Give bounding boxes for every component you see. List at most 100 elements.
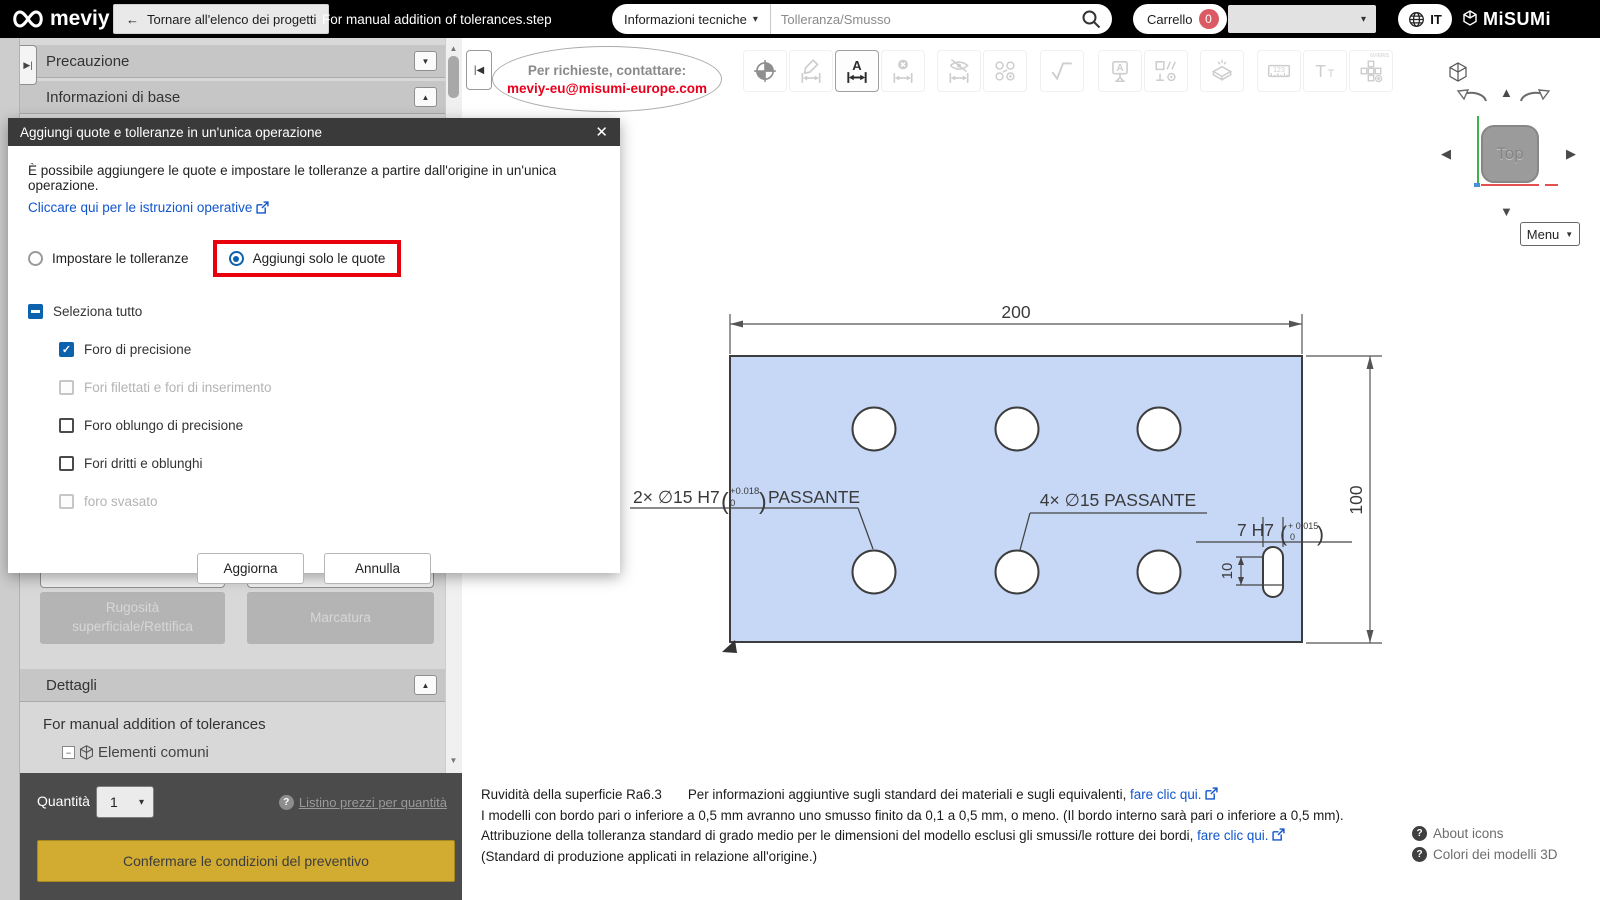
collapse-button[interactable]: ▲ (414, 87, 437, 107)
paren: ) (1317, 523, 1324, 546)
rugosita-label: Rugosità superficiale/Rettifica (72, 600, 193, 634)
datum-symbol-icon: A (1112, 60, 1128, 83)
chevron-up-icon: ▲ (421, 92, 430, 102)
section-label: Precauzione (46, 52, 130, 70)
radio-aggiungi-solo-quote[interactable]: Aggiungi solo le quote (228, 251, 385, 266)
back-to-projects-button[interactable]: ← Tornare all'elenco dei progetti (113, 4, 330, 34)
radio-impostare-tolleranze[interactable]: Impostare le tolleranze (28, 251, 189, 266)
view-cube-top-face[interactable]: Top (1481, 125, 1539, 183)
toolbar-button-datum-target[interactable] (743, 50, 787, 92)
axis-x-red-dash (1545, 184, 1558, 186)
geometric-tolerance-icon (1155, 61, 1176, 82)
language-code: IT (1430, 11, 1442, 27)
language-button[interactable]: IT (1398, 4, 1452, 34)
scroll-down-icon[interactable]: ▼ (445, 752, 462, 768)
toolbar-button-hole-group[interactable] (983, 50, 1027, 92)
contact-email[interactable]: meviy-eu@misumi-europe.com (507, 81, 707, 96)
rotate-up-icon[interactable]: ▲ (1500, 86, 1513, 99)
scroll-up-icon[interactable]: ▲ (445, 40, 462, 56)
marcatura-button[interactable]: Marcatura (247, 592, 434, 644)
hole-group-icon (995, 61, 1015, 81)
toolbar-button-tolerance-check[interactable] (1040, 50, 1084, 92)
logo-text: meviy (50, 7, 110, 30)
cancel-button[interactable]: Annulla (324, 553, 431, 584)
toolbar-button-text-size[interactable]: T T (1303, 50, 1347, 92)
cart-count-badge: 0 (1198, 9, 1219, 29)
view-cube-icon[interactable] (1448, 62, 1468, 82)
about-icons-link[interactable]: ? About icons (1412, 826, 1558, 841)
checkbox-label: Fori dritti e oblunghi (84, 456, 203, 471)
chevron-down-icon: ▾ (1360, 13, 1366, 25)
contact-bubble: Per richieste, contattare: meviy-eu@misu… (492, 46, 722, 112)
toolbar-button-scale-ruler[interactable]: 123 (1257, 50, 1301, 92)
disabled-checkbox-icon (59, 494, 74, 509)
rotate-down-icon[interactable]: ▼ (1500, 205, 1513, 218)
view-menu-button[interactable]: Menu ▼ (1520, 222, 1580, 246)
rotate-left-step-icon[interactable]: ◀ (1441, 147, 1451, 160)
section-dettagli[interactable]: Dettagli ▲ (20, 668, 445, 702)
chevron-down-icon: ▼ (421, 56, 430, 66)
tree-collapse-icon[interactable]: − (62, 746, 75, 759)
dialog-buttons: Aggiorna Annulla (28, 553, 600, 584)
svg-text:T: T (1315, 61, 1326, 81)
cad-drawing[interactable]: 200 100 2× ∅15 H7 ( +0.018 0 ) PASSANTE … (620, 285, 1410, 665)
toolbar-button-delete-dimension[interactable] (881, 50, 925, 92)
external-link-icon[interactable] (1272, 828, 1285, 841)
search-input[interactable] (770, 11, 1080, 27)
toolbar-button-chamfer-stamp[interactable] (1200, 50, 1244, 92)
panel-collapse-icon: |◀ (473, 64, 485, 76)
rugosita-button[interactable]: Rugosità superficiale/Rettifica (40, 592, 225, 644)
section-precauzione[interactable]: Precauzione ▼ (20, 44, 445, 78)
search-icon[interactable] (1080, 8, 1102, 30)
toolbar-button-auto-dimension[interactable]: A (835, 50, 879, 92)
note-link-3[interactable]: fare clic qui. (1197, 828, 1268, 843)
toolbar-button-datum-symbol[interactable]: A (1098, 50, 1142, 92)
collapse-button[interactable]: ▼ (414, 51, 437, 71)
toolbar-button-six-views[interactable]: 6VIEWS (1349, 50, 1393, 92)
canvas-collapse-handle[interactable]: |◀ (466, 50, 492, 90)
chamfer-stamp-icon (1211, 59, 1233, 81)
sidebar-expand-handle[interactable]: ▶| (20, 45, 37, 85)
datum-target-icon (754, 60, 776, 82)
scrollbar-thumb[interactable] (448, 56, 459, 98)
cart-button[interactable]: Carrello 0 (1133, 4, 1227, 34)
dialog-description: È possibile aggiungere le quote e impost… (28, 163, 557, 193)
checkbox-foro-oblungo[interactable]: Foro oblungo di precisione (59, 418, 600, 433)
toolbar-button-geometric-tolerance[interactable] (1144, 50, 1188, 92)
instructions-link[interactable]: Cliccare qui per le istruzioni operative (28, 200, 600, 215)
misumi-mark-icon (1463, 10, 1477, 26)
globe-icon (1409, 11, 1425, 27)
tree-item-elementi-comuni[interactable]: − Elementi comuni (62, 744, 209, 761)
update-button[interactable]: Aggiorna (197, 553, 304, 584)
unchecked-checkbox-icon (59, 418, 74, 433)
section-label: Informazioni di base (46, 88, 181, 106)
dim-height-text: 100 (1346, 485, 1366, 514)
price-list-label: Listino prezzi per quantità (298, 795, 447, 810)
rotate-right-step-icon[interactable]: ▶ (1566, 147, 1576, 160)
checkbox-fori-dritti[interactable]: Fori dritti e oblunghi (59, 456, 600, 471)
about-icons-label: About icons (1433, 826, 1504, 841)
close-icon[interactable]: ✕ (595, 123, 608, 141)
section-informazioni-di-base[interactable]: Informazioni di base ▲ (20, 80, 445, 114)
price-list-link[interactable]: ? Listino prezzi per quantità (0, 795, 447, 810)
toolbar-button-hide-dimension[interactable] (937, 50, 981, 92)
search-category-dropdown[interactable]: Informazioni tecniche ▾ (612, 4, 771, 34)
tol1-top: +0.018 (730, 486, 759, 497)
meviy-logo[interactable]: meviy (10, 0, 110, 38)
paren: ( (721, 488, 729, 514)
note-link-1[interactable]: fare clic qui. (1130, 787, 1201, 802)
collapse-button[interactable]: ▲ (414, 675, 437, 695)
tol2-top: + 0.015 (1288, 521, 1318, 531)
rotate-left-icon[interactable] (1455, 83, 1489, 107)
header-select[interactable]: ▾ (1228, 5, 1376, 33)
toolbar-button-edit-dimension[interactable] (789, 50, 833, 92)
checkbox-foro-di-precisione[interactable]: ✓ Foro di precisione (59, 342, 600, 357)
model-colors-link[interactable]: ? Colori dei modelli 3D (1412, 847, 1558, 862)
select-all-checkbox[interactable]: Seleziona tutto (28, 304, 600, 319)
external-link-icon[interactable] (1205, 787, 1218, 800)
confirm-quote-button[interactable]: Confermare le condizioni del preventivo (37, 840, 455, 882)
back-arrow-icon: ← (126, 11, 139, 27)
search-category-label: Informazioni tecniche (624, 11, 747, 27)
dimension-height[interactable] (1306, 355, 1382, 644)
rotate-right-icon[interactable] (1518, 83, 1552, 107)
